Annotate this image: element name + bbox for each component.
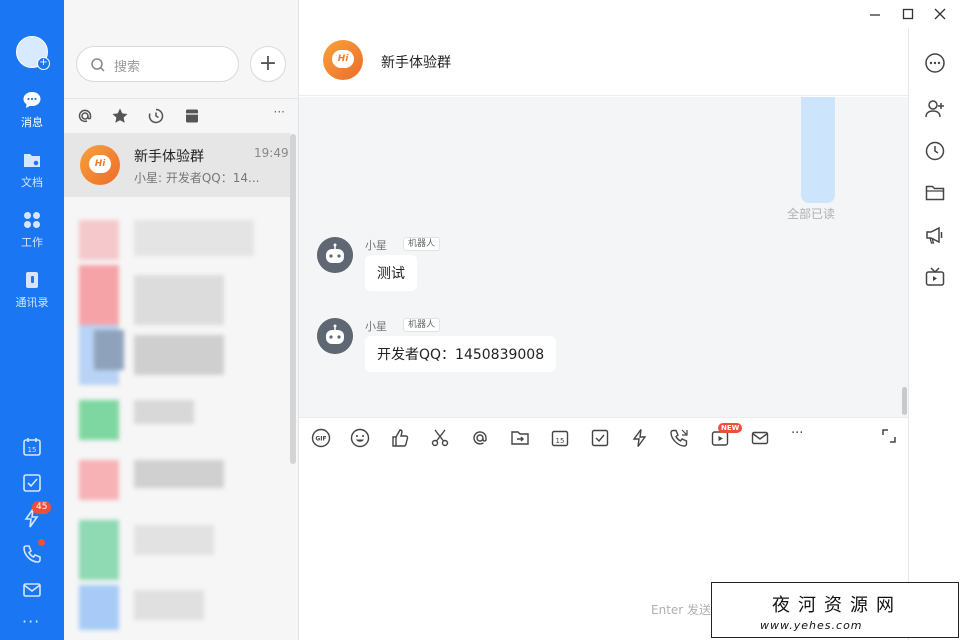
input-toolbar: GIF 15 ···: [299, 417, 908, 455]
chat-title[interactable]: 新手体验群: [381, 52, 451, 72]
live-tv-icon[interactable]: [924, 266, 946, 288]
unread-dot: [38, 539, 45, 546]
search-input[interactable]: 搜索: [76, 46, 239, 82]
chat-header: Hi 新手体验群: [299, 28, 908, 96]
scissors-icon[interactable]: [430, 428, 450, 448]
watermark-url: www.yehes.com: [760, 619, 863, 632]
notification-badge: 45: [32, 501, 52, 514]
new-badge: NEW: [718, 423, 743, 433]
rail-more-button[interactable]: ···: [22, 612, 40, 631]
at-filter-icon[interactable]: [76, 107, 94, 125]
message-area: 全部已读 小星 机器人 测试 小星 机器人 开发者QQ：1450839008: [299, 97, 908, 417]
message-scrollbar[interactable]: [902, 387, 907, 415]
filter-more-button[interactable]: ···: [274, 105, 285, 119]
rail-label: 通讯录: [15, 296, 49, 309]
rail-item-work[interactable]: 工作: [0, 210, 64, 262]
group-avatar: Hi: [80, 145, 120, 185]
announcement-icon[interactable]: [924, 224, 946, 246]
emoji-icon[interactable]: [350, 428, 370, 448]
task-icon[interactable]: [590, 428, 610, 448]
svg-text:GIF: GIF: [315, 436, 326, 443]
maximize-icon[interactable]: [900, 6, 916, 22]
blurred-conversations: [74, 205, 289, 635]
rail-item-docs[interactable]: 文档: [0, 150, 64, 202]
chat-bubble-icon: [23, 92, 41, 108]
nav-rail: + 消息 文档 工作 通讯录 15 45 ···: [0, 0, 64, 640]
history-filter-icon[interactable]: [147, 107, 165, 125]
checkbox-icon[interactable]: [21, 472, 43, 494]
history-icon[interactable]: [924, 140, 946, 162]
message-sender[interactable]: 小星: [365, 237, 387, 253]
bot-tag: 机器人: [403, 318, 441, 332]
read-status: 全部已读: [787, 207, 836, 221]
rail-label: 消息: [21, 116, 43, 129]
add-member-icon[interactable]: [924, 98, 946, 120]
calendar-icon[interactable]: 15: [550, 428, 570, 448]
minimize-icon[interactable]: [867, 6, 883, 22]
right-sidebar: [908, 28, 960, 640]
rail-label: 工作: [21, 236, 43, 249]
mail-icon[interactable]: [21, 579, 43, 601]
message-bubble[interactable]: 开发者QQ：1450839008: [365, 336, 557, 372]
phone-icon[interactable]: [669, 428, 689, 448]
conversation-preview: 小星: 开发者QQ：14...: [134, 171, 260, 185]
expand-icon[interactable]: [881, 428, 897, 444]
group-avatar[interactable]: Hi: [323, 40, 363, 80]
grid-icon: [24, 212, 40, 228]
robot-avatar-icon[interactable]: [317, 318, 353, 354]
user-avatar[interactable]: +: [16, 36, 50, 70]
filter-bar: ···: [64, 98, 299, 132]
previous-message-bubble[interactable]: [801, 97, 835, 203]
search-icon: [91, 58, 105, 72]
list-scrollbar[interactable]: [290, 134, 296, 464]
rail-item-contacts[interactable]: 通讯录: [0, 270, 64, 322]
files-icon[interactable]: [924, 182, 946, 204]
contacts-icon: [26, 272, 38, 288]
conversation-list: 搜索 + ··· Hi 新手体验群 19:49 小星: 开发者QQ：14...: [64, 0, 299, 640]
star-filter-icon[interactable]: [111, 107, 129, 125]
rail-item-messages[interactable]: 消息: [0, 90, 64, 142]
rail-label: 文档: [21, 176, 43, 189]
archive-filter-icon[interactable]: [183, 107, 201, 125]
app-window: + 消息 文档 工作 通讯录 15 45 ··· 搜索 + ··· Hi 新手体…: [0, 0, 960, 640]
mail-icon[interactable]: [750, 428, 770, 448]
add-button[interactable]: +: [250, 46, 286, 82]
add-status-icon[interactable]: +: [37, 57, 50, 70]
gif-icon[interactable]: GIF: [311, 428, 331, 448]
watermark-title: 夜河资源网: [772, 595, 902, 616]
at-icon[interactable]: [470, 428, 490, 448]
lightning-icon[interactable]: [630, 428, 650, 448]
folder-icon: [24, 154, 40, 167]
svg-text:15: 15: [28, 446, 37, 454]
watermark: 夜河资源网 www.yehes.com: [711, 582, 959, 638]
conversation-item[interactable]: Hi 新手体验群 19:49 小星: 开发者QQ：14...: [64, 133, 290, 197]
phone-icon[interactable]: [21, 543, 43, 565]
more-options-icon[interactable]: [924, 52, 946, 74]
bot-tag: 机器人: [403, 237, 441, 251]
folder-send-icon[interactable]: [510, 428, 530, 448]
thumbs-up-icon[interactable]: [390, 428, 410, 448]
robot-avatar-icon[interactable]: [317, 237, 353, 273]
conversation-time: 19:49: [254, 146, 289, 160]
search-placeholder: 搜索: [114, 60, 141, 75]
message-sender[interactable]: 小星: [365, 318, 387, 334]
conversation-name: 新手体验群: [134, 149, 204, 165]
avatar-text: Hi: [332, 50, 354, 68]
message-bubble[interactable]: 测试: [365, 255, 417, 291]
close-icon[interactable]: [932, 6, 948, 22]
chat-panel: Hi 新手体验群 全部已读 小星 机器人 测试 小星 机器人 开发者QQ：145…: [299, 0, 908, 640]
more-icon[interactable]: ···: [791, 426, 811, 446]
avatar-text: Hi: [89, 155, 111, 173]
calendar-icon[interactable]: 15: [21, 436, 43, 458]
svg-text:15: 15: [556, 437, 565, 445]
